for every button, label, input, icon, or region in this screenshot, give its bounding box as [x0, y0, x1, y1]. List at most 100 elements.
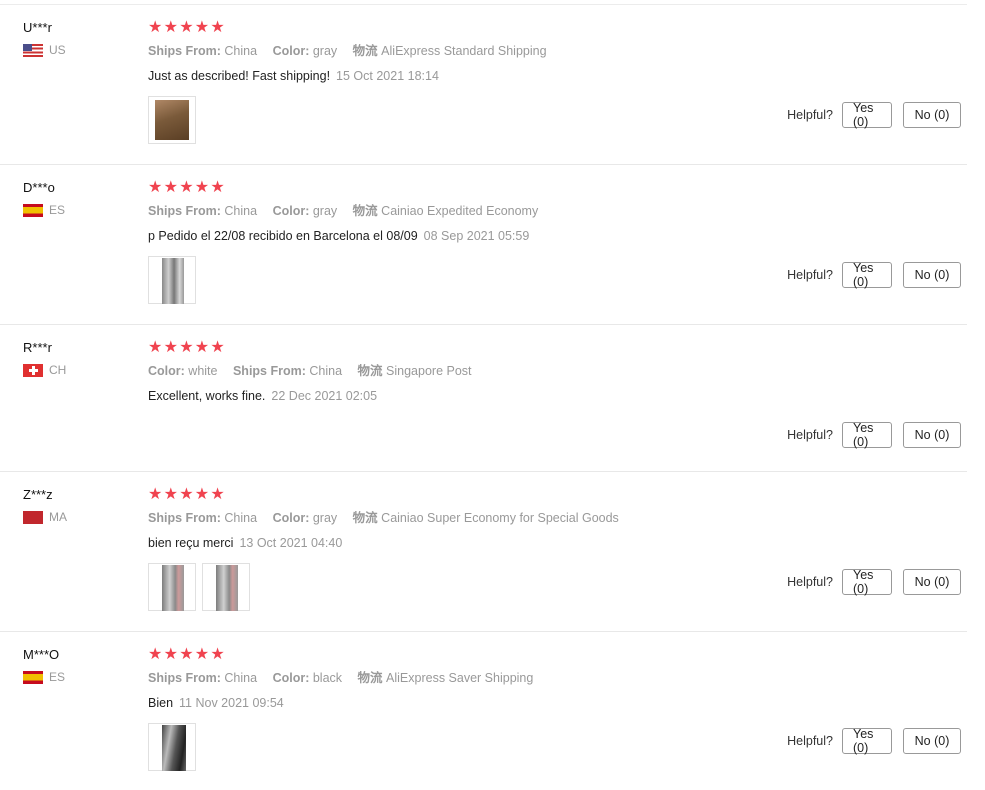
- review-text: p Pedido el 22/08 recibido en Barcelona …: [148, 229, 418, 243]
- reviewer-country: US: [23, 43, 133, 57]
- review-text-line: p Pedido el 22/08 recibido en Barcelona …: [148, 228, 550, 245]
- reviewer-name: Z***z: [23, 487, 53, 502]
- order-attribute: Ships From: China: [148, 511, 257, 525]
- review-photo-thumbnail[interactable]: [202, 563, 250, 611]
- attribute-value: China: [224, 204, 258, 218]
- reviewer-name: U***r: [23, 20, 52, 35]
- ma-flag-icon: [23, 510, 43, 524]
- review-text: Just as described! Fast shipping!: [148, 69, 331, 83]
- ch-flag-icon: [23, 363, 43, 377]
- photo-image: [155, 100, 189, 140]
- helpful-label: Helpful?: [787, 575, 833, 589]
- review-content: ★ ★ ★ ★ ★ Ships From: China Color: gray 物流 C…: [148, 486, 631, 611]
- review-photos: [148, 563, 631, 611]
- attribute-value: black: [312, 671, 343, 685]
- star-icon: ★: [194, 19, 210, 36]
- order-attributes: Ships From: China Color: gray 物流 AliExpr…: [148, 43, 559, 60]
- helpful-section: Helpful? Yes (0) No (0): [787, 421, 961, 449]
- attribute-value: gray: [312, 44, 338, 58]
- attribute-value: China: [224, 44, 258, 58]
- helpful-yes-button[interactable]: Yes (0): [842, 727, 892, 755]
- helpful-section: Helpful? Yes (0) No (0): [787, 727, 961, 755]
- attribute-value: Cainiao Expedited Economy: [381, 204, 539, 218]
- star-icon: ★: [179, 19, 194, 36]
- helpful-no-button[interactable]: No (0): [903, 569, 961, 595]
- helpful-section: Helpful? Yes (0) No (0): [787, 261, 961, 289]
- star-icon: ★: [194, 179, 210, 196]
- photo-image: [162, 725, 186, 771]
- us-flag-icon: [23, 43, 43, 57]
- star-rating: ★ ★ ★ ★ ★: [148, 19, 559, 37]
- order-attribute: 物流 AliExpress Standard Shipping: [353, 44, 547, 58]
- helpful-label: Helpful?: [787, 734, 833, 748]
- attribute-value: white: [188, 364, 218, 378]
- order-attribute: 物流 Cainiao Super Economy for Special Goo…: [353, 511, 619, 525]
- photo-image: [216, 565, 238, 611]
- star-icon: ★: [179, 179, 194, 196]
- star-icon: ★: [210, 339, 225, 356]
- reviewer-info: D***o ES: [23, 179, 133, 217]
- helpful-no-button[interactable]: No (0): [903, 422, 961, 448]
- star-icon: ★: [210, 19, 225, 36]
- star-icon: ★: [194, 646, 210, 663]
- helpful-no-button[interactable]: No (0): [903, 728, 961, 754]
- reviewer-country: MA: [23, 510, 133, 524]
- review-text-line: Bien 11 Nov 2021 09:54: [148, 695, 545, 712]
- review-item: D***o ES ★ ★ ★ ★ ★ Ships From: China Color: …: [0, 165, 967, 325]
- review-item: M***O ES ★ ★ ★ ★ ★ Ships From: China Color: …: [0, 632, 967, 790]
- star-rating: ★ ★ ★ ★ ★: [148, 179, 550, 197]
- star-icon: ★: [148, 646, 163, 663]
- review-photo-thumbnail[interactable]: [148, 96, 196, 144]
- star-icon: ★: [179, 486, 194, 503]
- helpful-yes-button[interactable]: Yes (0): [842, 568, 892, 596]
- review-text: bien reçu merci: [148, 536, 234, 550]
- review-date: 08 Sep 2021 05:59: [423, 229, 530, 243]
- helpful-no-button[interactable]: No (0): [903, 262, 961, 288]
- review-photo-thumbnail[interactable]: [148, 563, 196, 611]
- review-item: U***r US ★ ★ ★ ★ ★ Ships From: China Color: …: [0, 5, 967, 165]
- helpful-yes-button[interactable]: Yes (0): [842, 261, 892, 289]
- attribute-value: Singapore Post: [386, 364, 472, 378]
- helpful-section: Helpful? Yes (0) No (0): [787, 568, 961, 596]
- photo-image: [162, 258, 184, 304]
- review-photos: [148, 96, 559, 144]
- review-content: ★ ★ ★ ★ ★ Ships From: China Color: black 物流 …: [148, 646, 545, 771]
- es-flag-icon: [23, 670, 43, 684]
- helpful-yes-button[interactable]: Yes (0): [842, 101, 892, 129]
- order-attributes: Color: white Ships From: China 物流 Singap…: [148, 363, 484, 380]
- attribute-key: Color:: [272, 671, 310, 685]
- review-text-line: Just as described! Fast shipping! 15 Oct …: [148, 68, 559, 85]
- attribute-key: 物流: [352, 44, 378, 58]
- review-photo-thumbnail[interactable]: [148, 723, 196, 771]
- review-date: 15 Oct 2021 18:14: [336, 69, 439, 83]
- country-code: ES: [49, 203, 66, 217]
- star-icon: ★: [148, 339, 163, 356]
- review-date: 13 Oct 2021 04:40: [239, 536, 343, 550]
- order-attribute: 物流 Singapore Post: [358, 364, 472, 378]
- star-icon: ★: [179, 646, 194, 663]
- star-icon: ★: [210, 646, 225, 663]
- helpful-no-button[interactable]: No (0): [903, 102, 961, 128]
- order-attribute: Color: gray: [273, 204, 338, 218]
- reviewer-name: M***O: [23, 647, 60, 662]
- review-text-line: Excellent, works fine. 22 Dec 2021 02:05: [148, 388, 484, 405]
- star-icon: ★: [179, 339, 194, 356]
- review-photo-thumbnail[interactable]: [148, 256, 196, 304]
- helpful-yes-button[interactable]: Yes (0): [842, 421, 892, 449]
- order-attribute: 物流 Cainiao Expedited Economy: [353, 204, 539, 218]
- review-content: ★ ★ ★ ★ ★ Ships From: China Color: gray 物流 C…: [148, 179, 550, 304]
- reviewer-name: D***o: [23, 180, 55, 195]
- attribute-key: 物流: [352, 511, 378, 525]
- star-icon: ★: [148, 486, 163, 503]
- star-icon: ★: [210, 179, 225, 196]
- star-icon: ★: [163, 179, 178, 196]
- attribute-key: Color:: [272, 44, 310, 58]
- country-code: ES: [49, 670, 66, 684]
- attribute-key: 物流: [357, 364, 383, 378]
- helpful-label: Helpful?: [787, 428, 833, 442]
- attribute-value: China: [224, 511, 258, 525]
- reviewer-info: Z***z MA: [23, 486, 133, 524]
- attribute-key: Ships From:: [232, 364, 306, 378]
- order-attributes: Ships From: China Color: gray 物流 Cainiao…: [148, 203, 550, 220]
- star-rating: ★ ★ ★ ★ ★: [148, 339, 484, 357]
